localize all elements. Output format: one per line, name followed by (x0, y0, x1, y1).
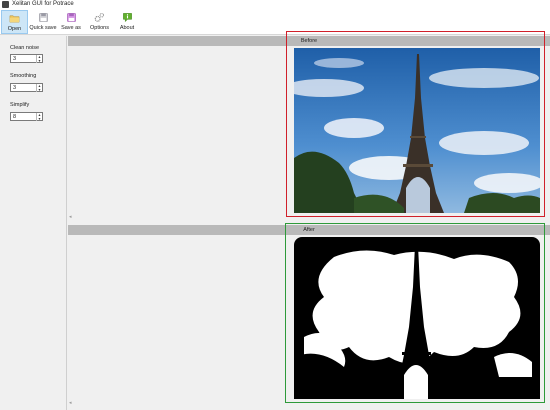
smoothing-value: 3 (13, 85, 17, 91)
quick-save-label: Quick save (29, 25, 57, 31)
open-button[interactable]: Open (1, 10, 28, 34)
main-area: Before ◂ After ◂ (68, 31, 550, 410)
open-label: Open (7, 26, 22, 32)
before-image (294, 48, 540, 213)
spin-down-icon[interactable]: ▼ (37, 117, 42, 121)
simplify-spinner[interactable]: 8 ▲ ▼ (10, 112, 43, 121)
save-as-label: Save as (61, 25, 81, 31)
save-as-icon (66, 13, 76, 22)
simplify-label: Simplify (10, 102, 30, 108)
info-icon (122, 13, 132, 23)
smoothing-label: Smoothing (10, 73, 37, 79)
after-image (294, 237, 540, 399)
scroll-left-icon[interactable]: ◂ (69, 400, 72, 406)
options-label: Options (90, 25, 109, 31)
gear-icon (94, 12, 105, 22)
after-pane: After ◂ (68, 223, 550, 410)
simplify-arrows[interactable]: ▲ ▼ (36, 113, 42, 121)
before-pane: Before ◂ (68, 31, 550, 223)
clean-noise-value: 3 (13, 56, 17, 62)
clean-noise-arrows[interactable]: ▲ ▼ (36, 55, 42, 63)
quick-save-button[interactable]: Quick save (29, 10, 57, 34)
options-button[interactable]: Options (86, 10, 113, 34)
about-button[interactable]: About (116, 10, 138, 34)
folder-icon (9, 15, 20, 23)
app-icon (2, 1, 9, 8)
spin-down-icon[interactable]: ▼ (37, 59, 42, 63)
simplify-value: 8 (13, 114, 17, 120)
parameters-sidebar: Clean noise 3 ▲ ▼ Smoothing 3 ▲ ▼ Simplify… (0, 36, 67, 410)
clean-noise-spinner[interactable]: 3 ▲ ▼ (10, 54, 43, 63)
window-title: Xelitan GUI for Potrace (12, 1, 74, 7)
title-bar: Xelitan GUI for Potrace (0, 0, 550, 9)
smoothing-spinner[interactable]: 3 ▲ ▼ (10, 83, 43, 92)
smoothing-arrows[interactable]: ▲ ▼ (36, 84, 42, 92)
scroll-left-icon[interactable]: ◂ (69, 214, 72, 220)
about-label: About (119, 25, 135, 31)
save-icon (38, 13, 48, 22)
clean-noise-label: Clean noise (10, 45, 40, 51)
spin-down-icon[interactable]: ▼ (37, 88, 42, 92)
save-as-button[interactable]: Save as (59, 10, 83, 34)
